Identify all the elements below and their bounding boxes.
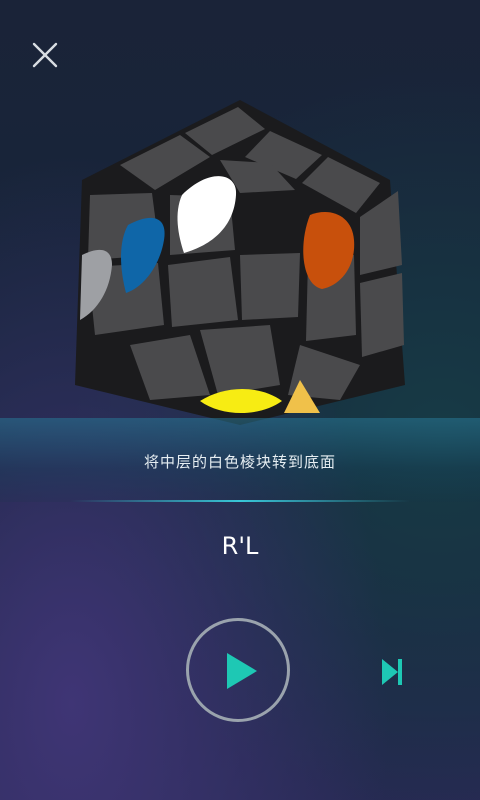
close-button[interactable] (28, 38, 62, 72)
close-icon (32, 42, 58, 68)
cube-illustration (60, 95, 420, 425)
instruction-text: 将中层的白色棱块转到底面 (143, 453, 336, 471)
move-notation: R'L (221, 532, 259, 560)
play-button[interactable] (186, 618, 290, 722)
skip-next-button[interactable] (378, 655, 406, 689)
skip-next-icon (382, 659, 402, 685)
cube-svg (75, 100, 405, 425)
play-icon (227, 653, 257, 689)
